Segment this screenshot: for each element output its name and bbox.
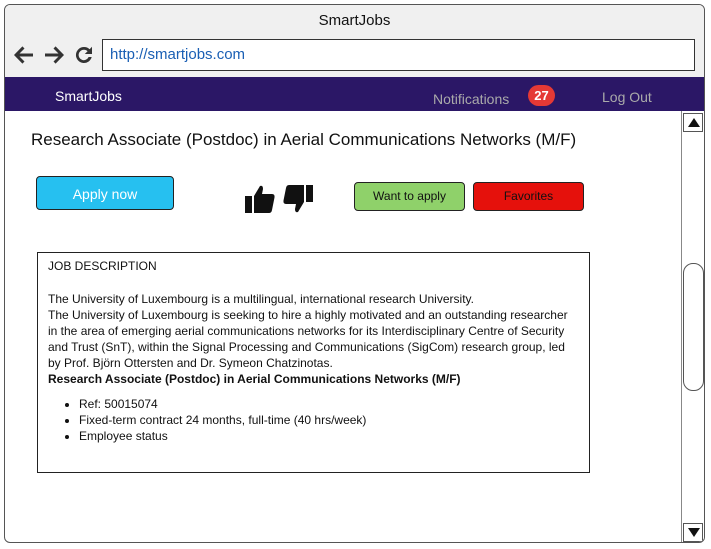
arrow-right-icon[interactable] [42, 43, 66, 67]
vertical-scrollbar[interactable] [681, 111, 704, 542]
url-input[interactable]: http://smartjobs.com [102, 39, 695, 71]
favorites-button[interactable]: Favorites [473, 182, 584, 211]
job-details-list: Ref: 50015074 Fixed-term contract 24 mon… [48, 396, 579, 444]
scroll-up-icon[interactable] [683, 113, 703, 132]
brand-link[interactable]: SmartJobs [55, 88, 122, 104]
job-title: Research Associate (Postdoc) in Aerial C… [31, 130, 577, 149]
want-to-apply-button[interactable]: Want to apply [354, 182, 465, 211]
job-description-box: JOB DESCRIPTION The University of Luxemb… [37, 252, 590, 473]
list-item: Fixed-term contract 24 months, full-time… [79, 412, 579, 428]
apply-now-button[interactable]: Apply now [36, 176, 174, 210]
list-item: Ref: 50015074 [79, 396, 579, 412]
thumbs-up-icon[interactable] [244, 183, 276, 215]
scrollbar-thumb[interactable] [683, 263, 704, 391]
browser-window: SmartJobs http://smartjobs.com SmartJobs… [4, 4, 705, 543]
description-paragraph-1: The University of Luxembourg is a multil… [48, 292, 474, 306]
description-bold-title: Research Associate (Postdoc) in Aerial C… [48, 372, 461, 386]
window-title: SmartJobs [318, 12, 391, 29]
list-item: Employee status [79, 428, 579, 444]
title-bar: SmartJobs http://smartjobs.com [5, 5, 704, 78]
arrow-left-icon[interactable] [12, 43, 36, 67]
scroll-down-icon[interactable] [683, 523, 703, 542]
notifications-count-badge: 27 [528, 85, 555, 106]
notifications-link[interactable]: Notifications [433, 91, 509, 107]
job-description-header: JOB DESCRIPTION [48, 259, 157, 273]
thumbs-down-icon[interactable] [282, 183, 314, 215]
main-content: Research Associate (Postdoc) in Aerial C… [5, 111, 681, 542]
description-paragraph-2: The University of Luxembourg is seeking … [48, 308, 568, 370]
logout-link[interactable]: Log Out [602, 89, 652, 105]
app-navbar: SmartJobs Notifications 27 Log Out [5, 77, 704, 111]
reload-icon[interactable] [72, 43, 96, 67]
